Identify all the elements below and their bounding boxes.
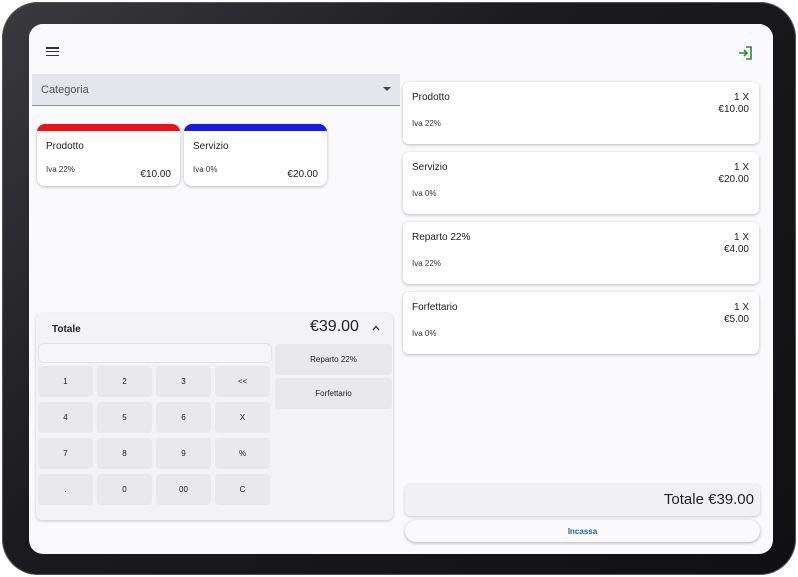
product-iva: Iva 0% [193, 165, 218, 174]
product-price: €20.00 [287, 169, 318, 180]
receipt-item-price: €20.00 [718, 174, 749, 185]
dropdown-arrow-icon [383, 87, 391, 91]
key-2[interactable]: 2 [97, 366, 152, 397]
receipt-item-price: €10.00 [718, 104, 749, 115]
key-multiply[interactable]: X [215, 402, 270, 433]
category-select[interactable]: Categoria [32, 74, 400, 106]
receipt-item-price: €5.00 [723, 314, 749, 325]
key-00[interactable]: 00 [156, 474, 211, 505]
top-bar [29, 24, 773, 72]
product-name: Servizio [193, 141, 229, 152]
key-7[interactable]: 7 [38, 438, 93, 469]
key-decimal[interactable]: . [38, 474, 93, 505]
category-label: Categoria [41, 84, 89, 96]
totals-panel: Totale €39.00 1 2 3 << 4 5 6 X 7 8 9 % .… [36, 313, 393, 520]
receipt-line[interactable]: Reparto 22% 1 X €4.00 Iva 22% [403, 222, 759, 284]
receipt-item-iva: Iva 22% [412, 119, 441, 128]
receipt-item-qty: 1 X [733, 162, 749, 173]
receipt-line[interactable]: Servizio 1 X €20.00 Iva 0% [403, 152, 759, 214]
key-backspace[interactable]: << [215, 366, 270, 397]
receipt-item-iva: Iva 22% [412, 259, 441, 268]
product-color-bar [37, 124, 180, 131]
key-0[interactable]: 0 [97, 474, 152, 505]
key-5[interactable]: 5 [97, 402, 152, 433]
receipt-item-name: Reparto 22% [412, 232, 471, 243]
receipt-item-qty: 1 X [733, 302, 749, 313]
receipt-item-name: Forfettario [412, 302, 458, 313]
receipt-item-name: Servizio [412, 162, 448, 173]
receipt-line[interactable]: Prodotto 1 X €10.00 Iva 22% [403, 82, 759, 144]
product-card-servizio[interactable]: Servizio Iva 0% €20.00 [184, 124, 327, 186]
grand-total-box: Totale €39.00 [405, 484, 760, 516]
key-clear[interactable]: C [215, 474, 270, 505]
receipt-item-price: €4.00 [723, 244, 749, 255]
key-8[interactable]: 8 [97, 438, 152, 469]
tablet-frame: Categoria Prodotto Iva 22% €10.00 Serviz… [2, 2, 796, 575]
total-value: €39.00 [310, 318, 359, 335]
hamburger-menu-icon[interactable] [46, 47, 59, 57]
receipt-item-iva: Iva 0% [412, 189, 437, 198]
department-button-reparto-22[interactable]: Reparto 22% [275, 344, 392, 375]
product-color-bar [184, 124, 327, 131]
department-button-forfettario[interactable]: Forfettario [275, 378, 392, 409]
receipt-item-iva: Iva 0% [412, 329, 437, 338]
grand-total-text: Totale €39.00 [663, 491, 754, 508]
key-percent[interactable]: % [215, 438, 270, 469]
product-name: Prodotto [46, 141, 84, 152]
keypad-display[interactable] [38, 343, 272, 363]
product-card-prodotto[interactable]: Prodotto Iva 22% €10.00 [37, 124, 180, 186]
pay-button[interactable]: Incassa [405, 520, 760, 542]
chevron-up-icon[interactable] [372, 324, 380, 332]
product-iva: Iva 22% [46, 165, 75, 174]
key-1[interactable]: 1 [38, 366, 93, 397]
receipt-item-qty: 1 X [733, 232, 749, 243]
receipt-item-name: Prodotto [412, 92, 450, 103]
logout-icon[interactable] [737, 45, 753, 61]
receipt-item-qty: 1 X [733, 92, 749, 103]
receipt-line[interactable]: Forfettario 1 X €5.00 Iva 0% [403, 292, 759, 354]
key-9[interactable]: 9 [156, 438, 211, 469]
key-6[interactable]: 6 [156, 402, 211, 433]
product-price: €10.00 [140, 169, 171, 180]
key-3[interactable]: 3 [156, 366, 211, 397]
key-4[interactable]: 4 [38, 402, 93, 433]
app-screen: Categoria Prodotto Iva 22% €10.00 Serviz… [29, 24, 773, 554]
total-label: Totale [52, 324, 81, 335]
